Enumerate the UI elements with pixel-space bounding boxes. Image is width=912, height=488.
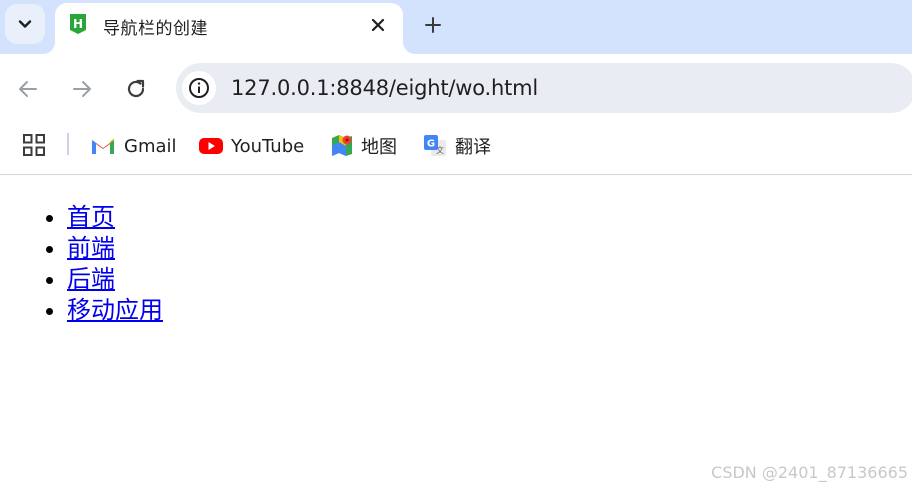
address-bar[interactable]: 127.0.0.1:8848/eight/wo.html	[176, 63, 912, 113]
bookmark-label: 翻译	[455, 137, 491, 158]
tab-search-button[interactable]	[5, 4, 45, 44]
tab-title: 导航栏的创建	[103, 19, 208, 39]
bookmark-label: YouTube	[231, 135, 305, 157]
bookmark-translate[interactable]: G 文 翻译	[423, 131, 491, 161]
svg-text:H: H	[73, 17, 83, 31]
reload-button[interactable]	[121, 74, 151, 104]
svg-text:G: G	[427, 139, 435, 150]
browser-toolbar: 127.0.0.1:8848/eight/wo.html	[0, 54, 912, 124]
bookmark-youtube[interactable]: YouTube	[199, 131, 304, 161]
bookmark-label: 地图	[361, 137, 397, 158]
hbuilder-favicon-icon: H	[70, 14, 86, 34]
nav-link-home[interactable]: 首页	[67, 203, 115, 231]
chevron-down-icon	[18, 20, 32, 28]
arrow-left-icon	[19, 81, 37, 97]
translate-icon: G 文	[424, 135, 446, 156]
plus-icon	[425, 17, 441, 33]
site-info-button[interactable]	[182, 71, 216, 105]
url-text[interactable]: 127.0.0.1:8848/eight/wo.html	[231, 76, 538, 100]
tab-strip: H 导航栏的创建	[0, 0, 912, 54]
youtube-icon	[199, 138, 223, 154]
back-button[interactable]	[13, 74, 43, 104]
bookmarks-separator	[67, 133, 69, 155]
new-tab-button[interactable]	[418, 10, 448, 40]
maps-icon	[332, 135, 352, 156]
nav-link-frontend[interactable]: 前端	[67, 234, 115, 262]
bookmark-label: Gmail	[124, 135, 177, 157]
bookmark-gmail[interactable]: Gmail	[90, 131, 177, 161]
bookmark-maps[interactable]: 地图	[331, 131, 397, 161]
gmail-icon	[92, 138, 114, 154]
close-icon	[371, 18, 385, 32]
watermark-text: CSDN @2401_87136665	[711, 463, 908, 482]
svg-text:文: 文	[436, 145, 444, 155]
nav-link-backend[interactable]: 后端	[67, 265, 115, 293]
nav-list-item: 后端	[67, 264, 163, 295]
nav-list-item: 首页	[67, 202, 163, 233]
apps-grid-icon[interactable]	[22, 133, 46, 157]
nav-list-item: 移动应用	[67, 295, 163, 326]
tab-close-button[interactable]	[367, 14, 389, 36]
page-content: 首页 前端 后端 移动应用 CSDN @2401_87136665	[0, 176, 912, 488]
forward-button[interactable]	[67, 74, 97, 104]
arrow-right-icon	[73, 81, 91, 97]
nav-list: 首页 前端 后端 移动应用	[67, 202, 163, 326]
nav-link-mobile[interactable]: 移动应用	[67, 296, 163, 324]
info-icon	[189, 78, 209, 98]
nav-list-item: 前端	[67, 233, 163, 264]
active-tab[interactable]: H 导航栏的创建	[55, 3, 403, 54]
reload-icon	[127, 79, 145, 98]
bookmarks-bar: Gmail YouTube 地图 G 文 翻译	[0, 124, 912, 175]
